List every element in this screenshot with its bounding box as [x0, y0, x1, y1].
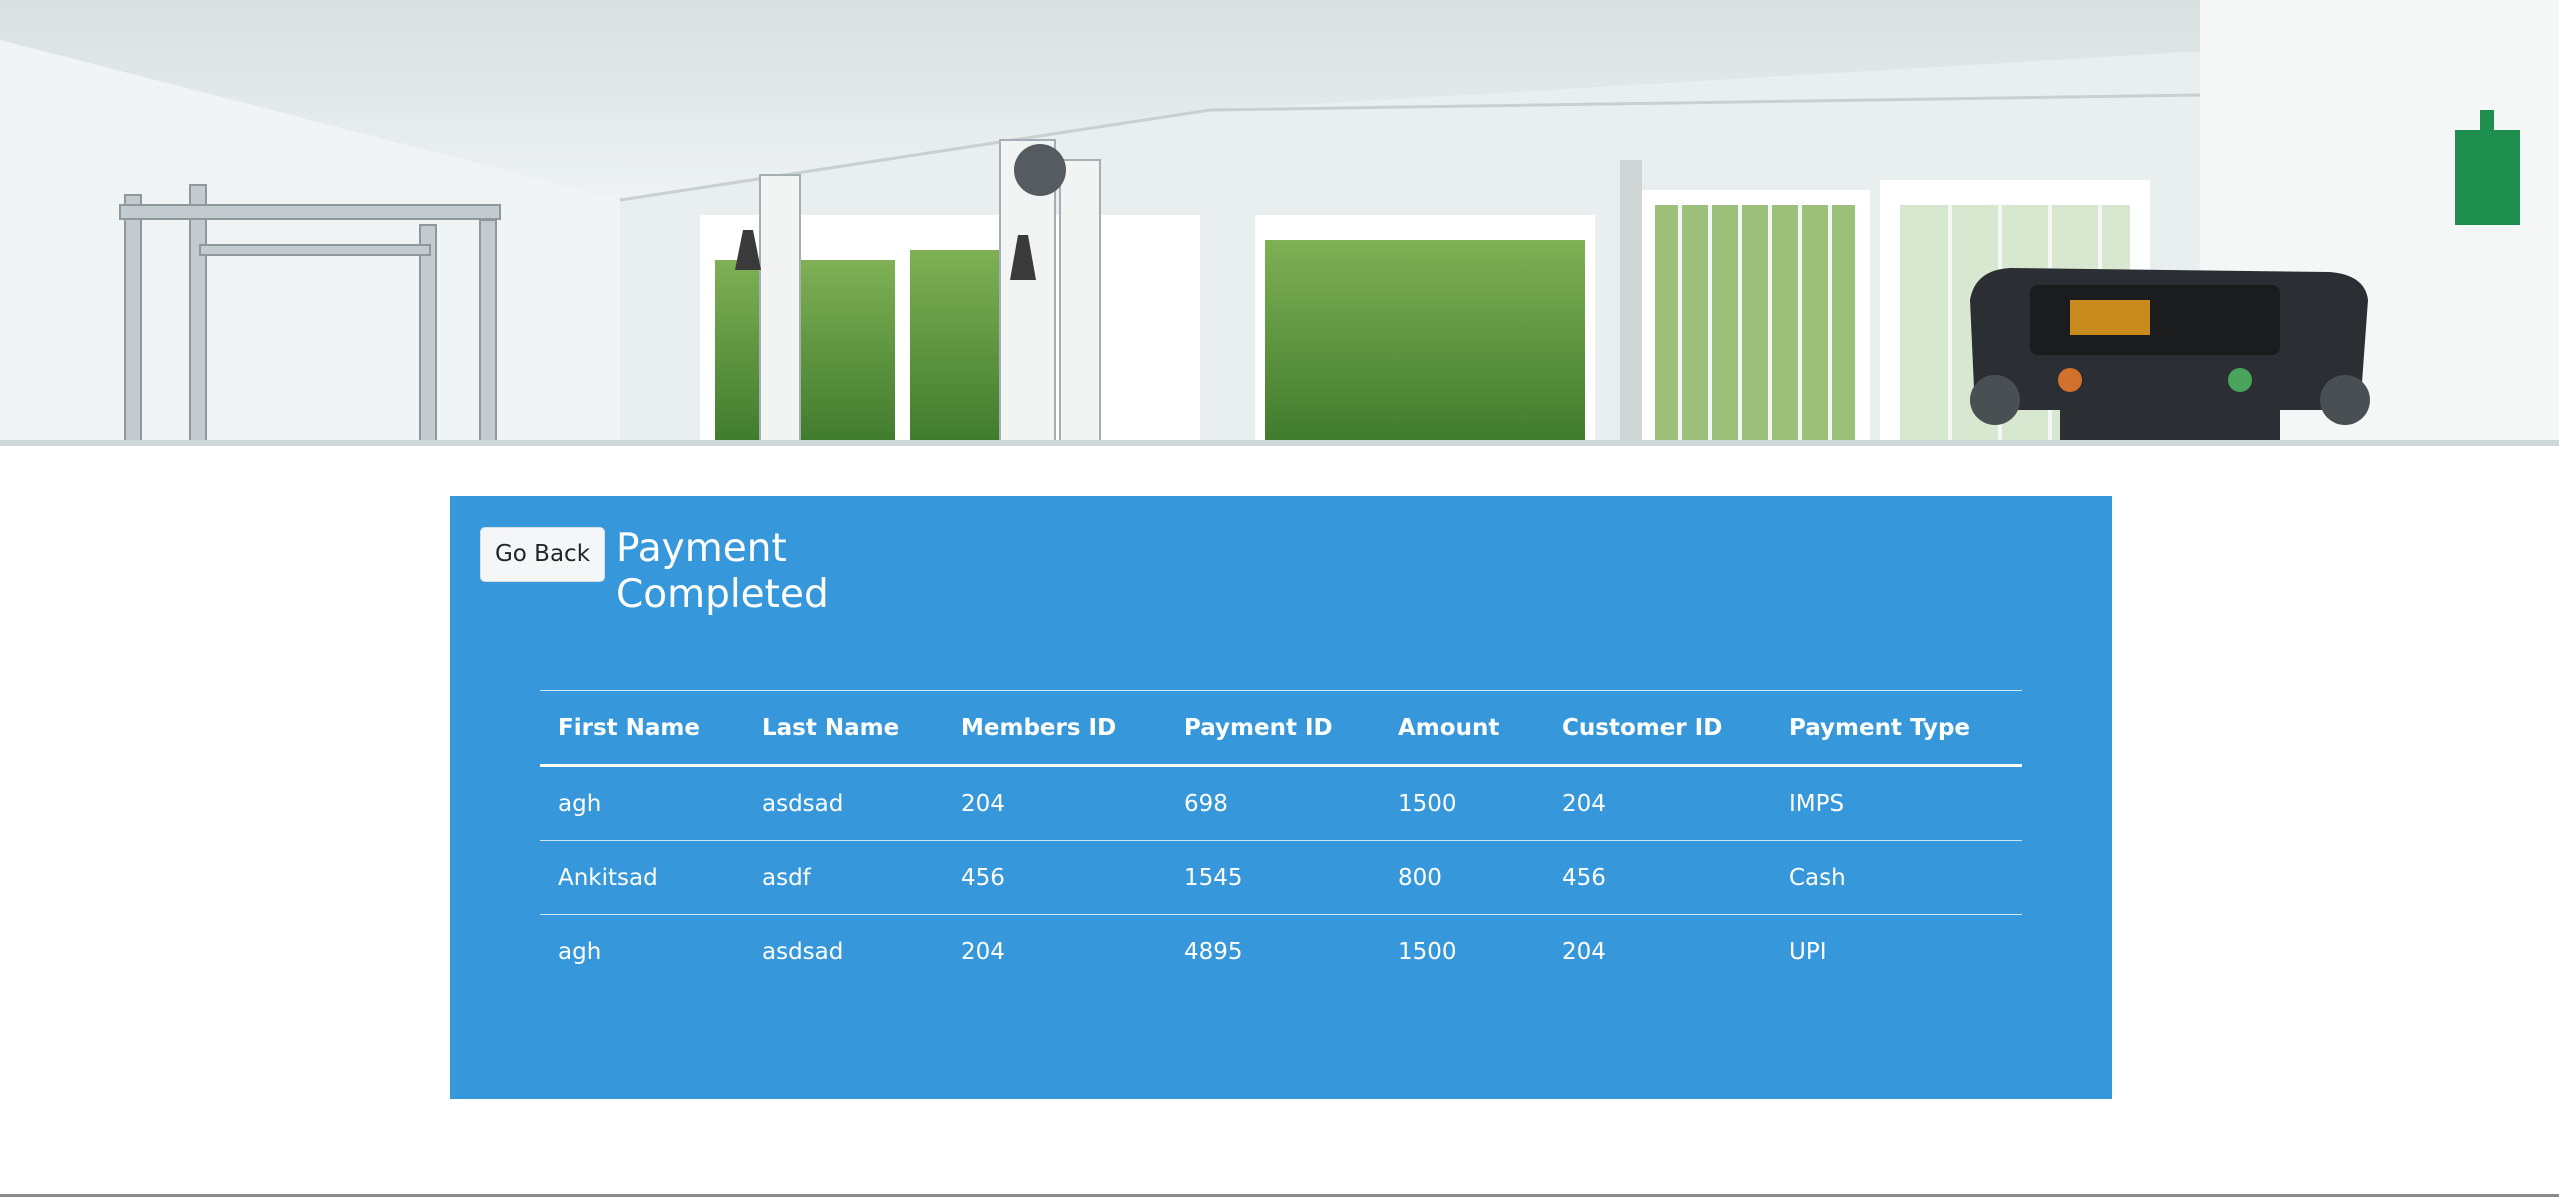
cell-payment-id: 4895	[1184, 938, 1243, 965]
cell-first-name: agh	[558, 790, 602, 817]
go-back-button[interactable]: Go Back	[480, 527, 605, 582]
payment-panel: Go Back Payment Completed First Name Las…	[450, 496, 2112, 1099]
cell-members-id: 204	[961, 790, 1005, 817]
table-row: agh asdsad 204 698 1500 204 IMPS	[540, 766, 2022, 841]
cell-first-name: agh	[558, 938, 602, 965]
cell-first-name: Ankitsad	[558, 864, 658, 891]
payments-table: First Name Last Name Members ID Payment …	[540, 690, 2022, 988]
cell-payment-type: IMPS	[1789, 790, 1845, 817]
cell-payment-type: Cash	[1789, 864, 1846, 891]
header-first-name: First Name	[558, 714, 700, 741]
cell-members-id: 204	[961, 938, 1005, 965]
cell-last-name: asdf	[762, 864, 811, 891]
cell-amount: 1500	[1398, 790, 1457, 817]
cell-last-name: asdsad	[762, 938, 844, 965]
page-title: Payment Completed	[616, 526, 829, 617]
cell-payment-id: 1545	[1184, 864, 1243, 891]
cell-customer-id: 204	[1562, 790, 1606, 817]
cell-customer-id: 204	[1562, 938, 1606, 965]
cell-customer-id: 456	[1562, 864, 1606, 891]
header-customer-id: Customer ID	[1562, 714, 1723, 741]
header-payment-type: Payment Type	[1789, 714, 1971, 741]
cell-members-id: 456	[961, 864, 1005, 891]
table-row: agh asdsad 204 4895 1500 204 UPI	[540, 915, 2022, 989]
hero-banner	[0, 0, 2559, 446]
cell-last-name: asdsad	[762, 790, 844, 817]
table-row: Ankitsad asdf 456 1545 800 456 Cash	[540, 841, 2022, 915]
cell-payment-id: 698	[1184, 790, 1228, 817]
table-header-row: First Name Last Name Members ID Payment …	[540, 690, 2022, 766]
gym-interior-photo-icon	[0, 0, 2559, 446]
header-members-id: Members ID	[961, 714, 1117, 741]
header-last-name: Last Name	[762, 714, 900, 741]
cell-amount: 1500	[1398, 938, 1457, 965]
header-payment-id: Payment ID	[1184, 714, 1333, 741]
header-amount: Amount	[1398, 714, 1500, 741]
cell-payment-type: UPI	[1789, 938, 1827, 965]
cell-amount: 800	[1398, 864, 1442, 891]
